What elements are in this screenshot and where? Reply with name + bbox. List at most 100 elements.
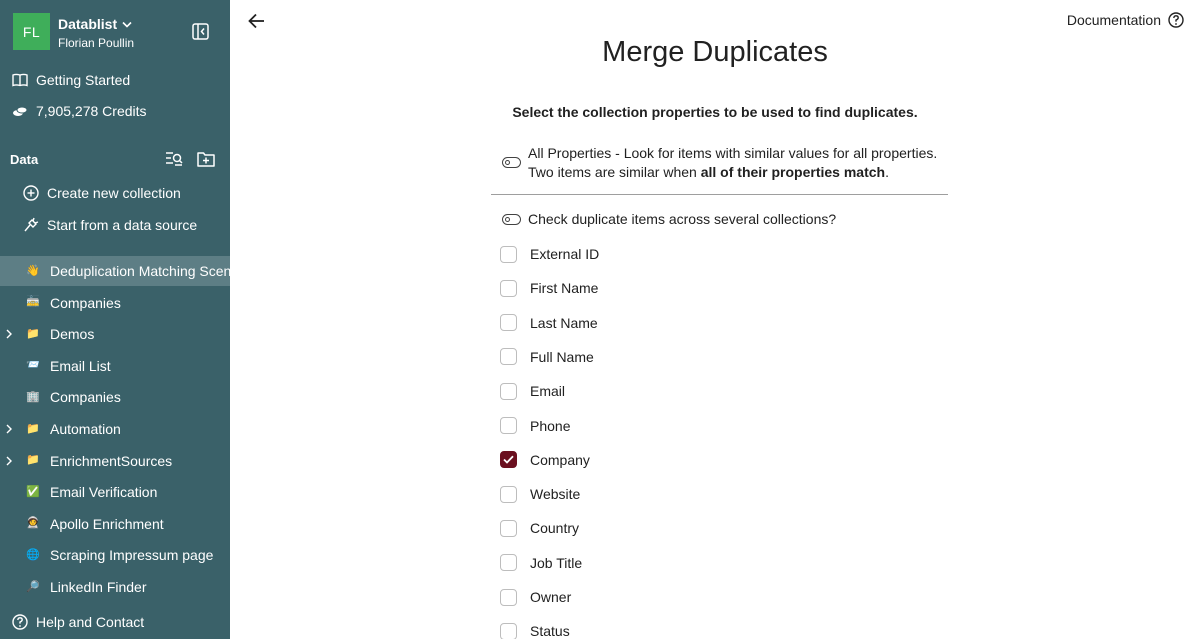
checkbox[interactable] xyxy=(500,382,517,400)
collection-emoji-icon: 👋 xyxy=(26,264,40,277)
checkbox[interactable] xyxy=(500,485,517,503)
checkbox[interactable] xyxy=(500,245,517,263)
collection-emoji-icon: 🏢 xyxy=(26,390,40,403)
sidebar-collection-item[interactable]: 🧑‍🚀 Apollo Enrichment xyxy=(0,509,230,539)
collection-label: Apollo Enrichment xyxy=(50,515,164,532)
property-option[interactable]: Status xyxy=(500,622,570,639)
sidebar: FL Datablist Florian Poullin Getting Sta… xyxy=(0,0,230,639)
sidebar-collection-item[interactable]: 🔎 LinkedIn Finder xyxy=(0,572,230,602)
create-collection-button[interactable]: Create new collection xyxy=(0,178,230,208)
property-option[interactable]: Website xyxy=(500,485,580,503)
sidebar-collection-item[interactable]: 📁 EnrichmentSources xyxy=(0,446,230,476)
property-label: Company xyxy=(530,451,590,468)
property-label: Status xyxy=(530,623,570,639)
collection-emoji-icon: 📁 xyxy=(26,327,40,340)
property-option[interactable]: Last Name xyxy=(500,314,598,332)
sidebar-collection-item[interactable]: 🏢 Companies xyxy=(0,382,230,412)
checkbox[interactable] xyxy=(500,554,517,572)
property-option[interactable]: Email xyxy=(500,382,565,400)
property-option[interactable]: Full Name xyxy=(500,348,594,366)
collection-label: Email Verification xyxy=(50,484,158,501)
workspace-name[interactable]: Datablist xyxy=(58,16,132,32)
property-option[interactable]: Country xyxy=(500,519,579,537)
chevron-right-icon[interactable] xyxy=(5,456,13,466)
search-collections-icon[interactable] xyxy=(165,150,183,168)
checkbox[interactable] xyxy=(500,417,517,434)
avatar: FL xyxy=(13,13,50,50)
collection-label: Companies xyxy=(50,389,121,406)
sidebar-collection-item[interactable]: ✅ Email Verification xyxy=(0,477,230,507)
plug-icon xyxy=(23,217,39,233)
property-option[interactable]: Job Title xyxy=(500,554,582,572)
nav-getting-started-label: Getting Started xyxy=(36,72,131,88)
collection-label: Email List xyxy=(50,357,111,374)
help-icon xyxy=(12,614,28,630)
workspace-user: Florian Poullin xyxy=(58,36,135,50)
page-title: Merge Duplicates xyxy=(602,36,828,68)
property-label: Phone xyxy=(530,417,571,434)
chevron-right-icon[interactable] xyxy=(5,424,13,434)
collection-label: Automation xyxy=(50,421,121,437)
sidebar-collection-item[interactable]: 🌐 Scraping Impressum page xyxy=(0,540,230,570)
checkbox-checked[interactable] xyxy=(500,451,517,469)
workspace-name-label: Datablist xyxy=(58,16,118,32)
help-contact-button[interactable]: Help and Contact xyxy=(0,607,230,637)
property-option[interactable]: Company xyxy=(500,451,590,469)
collection-label: Companies xyxy=(50,294,121,311)
chevron-down-icon xyxy=(122,21,132,28)
property-option[interactable]: Phone xyxy=(500,417,570,435)
check-icon xyxy=(503,455,514,465)
property-label: Owner xyxy=(530,589,572,605)
sidebar-collection-item[interactable]: 🚋 Companies xyxy=(0,288,230,318)
divider xyxy=(491,194,948,195)
property-label: First Name xyxy=(530,280,599,297)
start-from-source-button[interactable]: Start from a data source xyxy=(0,210,230,240)
property-label: Job Title xyxy=(530,554,583,571)
start-from-source-label: Start from a data source xyxy=(47,217,198,233)
sidebar-collection-item[interactable]: 👋 Deduplication Matching Scenario xyxy=(0,256,230,286)
property-label: Last Name xyxy=(530,314,598,331)
collection-label: Demos xyxy=(50,326,95,343)
chevron-right-icon[interactable] xyxy=(5,329,13,339)
property-label: Country xyxy=(530,520,580,537)
checkbox[interactable] xyxy=(500,622,517,639)
book-icon xyxy=(12,72,28,88)
documentation-label: Documentation xyxy=(1066,12,1161,28)
sidebar-collection-item[interactable]: 📁 Automation xyxy=(0,414,230,444)
property-option[interactable]: First Name xyxy=(500,279,598,297)
nav-credits[interactable]: 7,905,278 Credits xyxy=(0,96,230,126)
nav-credits-label: 7,905,278 Credits xyxy=(36,103,147,119)
workspace-switcher[interactable]: FL Datablist Florian Poullin xyxy=(13,13,217,51)
collection-emoji-icon: 🧑‍🚀 xyxy=(26,517,40,530)
property-option[interactable]: External ID xyxy=(500,245,599,263)
collapse-sidebar-icon[interactable] xyxy=(192,23,209,40)
checkbox[interactable] xyxy=(500,314,517,332)
nav-getting-started[interactable]: Getting Started xyxy=(0,65,230,95)
all-properties-toggle[interactable] xyxy=(502,157,521,168)
property-label: Email xyxy=(530,383,566,400)
documentation-link[interactable]: Documentation xyxy=(1067,12,1184,28)
checkbox[interactable] xyxy=(500,588,517,606)
checkbox[interactable] xyxy=(500,519,517,537)
collection-label: Deduplication Matching Scenario xyxy=(50,263,230,279)
help-circle-icon xyxy=(1168,12,1184,28)
sidebar-collection-item[interactable]: 📁 Demos xyxy=(0,319,230,349)
new-folder-icon[interactable] xyxy=(197,150,215,168)
checkbox[interactable] xyxy=(500,348,517,366)
collection-emoji-icon: 🚋 xyxy=(26,296,40,309)
collection-emoji-icon: 📁 xyxy=(26,422,40,435)
back-arrow-icon[interactable] xyxy=(247,11,267,31)
coins-icon xyxy=(12,103,28,119)
all-properties-description: All Properties - Look for items with sim… xyxy=(528,144,948,182)
property-label: Full Name xyxy=(530,348,594,365)
sidebar-collection-item[interactable]: 📨 Email List xyxy=(0,351,230,381)
cross-collections-toggle[interactable] xyxy=(502,214,521,225)
create-collection-label: Create new collection xyxy=(47,185,181,201)
collection-emoji-icon: 🔎 xyxy=(26,580,40,593)
all-properties-end: . xyxy=(885,164,889,180)
toggle-knob xyxy=(505,159,510,165)
property-option[interactable]: Owner xyxy=(500,588,571,606)
page-subtitle: Select the collection properties to be u… xyxy=(512,104,918,120)
collection-emoji-icon: ✅ xyxy=(26,485,40,498)
checkbox[interactable] xyxy=(500,279,517,297)
